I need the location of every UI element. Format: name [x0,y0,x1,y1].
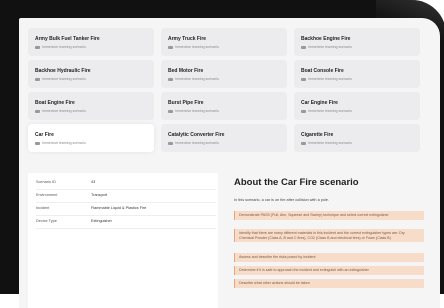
scenario-title: Cigarette Fire [301,132,334,138]
detail-row: Device Type Extinguisher [36,218,216,229]
vr-headset-icon [168,109,173,113]
scenario-card[interactable]: Bed Motor Fire Immersive learning scenari… [161,60,287,88]
scenario-subtitle: Immersive learning scenario [308,77,352,81]
about-heading: About the Car Fire scenario [234,177,359,188]
about-intro: In this scenario, a car is on fire after… [234,198,329,202]
scenario-card[interactable]: Boat Engine Fire Immersive learning scena… [28,92,154,120]
scenario-subtitle: Immersive learning scenario [175,77,219,81]
objective-item: Identify that there are many different m… [234,229,424,243]
scenario-subtitle: Immersive learning scenario [42,141,86,145]
objective-item: Determine if it is safe to approach the … [234,266,424,275]
scenario-card[interactable]: Boat Console Fire Immersive learning scen… [294,60,420,88]
scenario-title: Catalytic Converter Fire [168,132,225,138]
scenario-details-panel: Scenario ID 43 Environment Transport Incid… [28,173,218,308]
detail-label: Device Type [36,219,57,223]
scenario-subtitle: Immersive learning scenario [175,109,219,113]
objective-item: Assess and describe the risks posed by i… [234,253,424,262]
scenario-subtitle: Immersive learning scenario [42,109,86,113]
vr-headset-icon [35,77,40,81]
scenario-subtitle: Immersive learning scenario [175,45,219,49]
detail-label: Environment [36,193,58,197]
scenario-subtitle: Immersive learning scenario [308,45,352,49]
scenario-card[interactable]: Car Engine Fire Immersive learning scenar… [294,92,420,120]
scenario-title: Boat Console Fire [301,68,344,74]
objective-item: Demonstrate PASS (Pull, Aim, Squeeze and… [234,211,424,220]
detail-value: Extinguisher [91,219,112,223]
app-screen: Army Bulk Fuel Tanker Fire Immersive lear… [19,18,440,308]
scenario-title: Car Fire [35,132,54,138]
detail-row: Scenario ID 43 [36,179,216,190]
scenario-title: Car Engine Fire [301,100,338,106]
scenario-card[interactable]: Burst Pipe Fire Immersive learning scenar… [161,92,287,120]
detail-label: Scenario ID [36,180,56,184]
scenario-grid: Army Bulk Fuel Tanker Fire Immersive lear… [28,28,432,152]
scenario-title: Army Bulk Fuel Tanker Fire [35,36,100,42]
scenario-subtitle: Immersive learning scenario [308,109,352,113]
scenario-subtitle: Immersive learning scenario [42,77,86,81]
scenario-subtitle: Immersive learning scenario [42,45,86,49]
scenario-card[interactable]: Army Bulk Fuel Tanker Fire Immersive lear… [28,28,154,56]
vr-headset-icon [168,141,173,145]
scenario-card-selected[interactable]: Car Fire Immersive learning scenario [28,124,154,152]
scenario-title: Backhoe Engine Fire [301,36,351,42]
vr-headset-icon [301,77,306,81]
detail-value: Transport [91,193,108,197]
scenario-title: Burst Pipe Fire [168,100,204,106]
vr-headset-icon [35,141,40,145]
about-scenario-section: About the Car Fire scenario In this scen… [224,173,436,308]
detail-value: 43 [91,180,96,184]
objective-item: Describe what other actions should be ta… [234,279,424,288]
vr-headset-icon [301,141,306,145]
scenario-title: Boat Engine Fire [35,100,75,106]
scenario-title: Army Truck Fire [168,36,207,42]
vr-headset-icon [35,45,40,49]
scenario-subtitle: Immersive learning scenario [175,141,219,145]
vr-headset-icon [35,109,40,113]
detail-row: Incident Flammable Liquid & Plastics Fire [36,205,216,216]
scenario-card[interactable]: Cigarette Fire Immersive learning scenari… [294,124,420,152]
scenario-subtitle: Immersive learning scenario [308,141,352,145]
scenario-card[interactable]: Backhoe Hydraulic Fire Immersive learning… [28,60,154,88]
scenario-title: Backhoe Hydraulic Fire [35,68,91,74]
vr-headset-icon [301,45,306,49]
vr-headset-icon [301,109,306,113]
detail-row: Environment Transport [36,192,216,203]
scenario-title: Bed Motor Fire [168,68,204,74]
scenario-card[interactable]: Army Truck Fire Immersive learning scenar… [161,28,287,56]
vr-headset-icon [168,45,173,49]
detail-value: Flammable Liquid & Plastics Fire [91,206,147,210]
vr-headset-icon [168,77,173,81]
scenario-card[interactable]: Backhoe Engine Fire Immersive learning sc… [294,28,420,56]
detail-label: Incident [36,206,50,210]
scenario-card[interactable]: Catalytic Converter Fire Immersive learni… [161,124,287,152]
